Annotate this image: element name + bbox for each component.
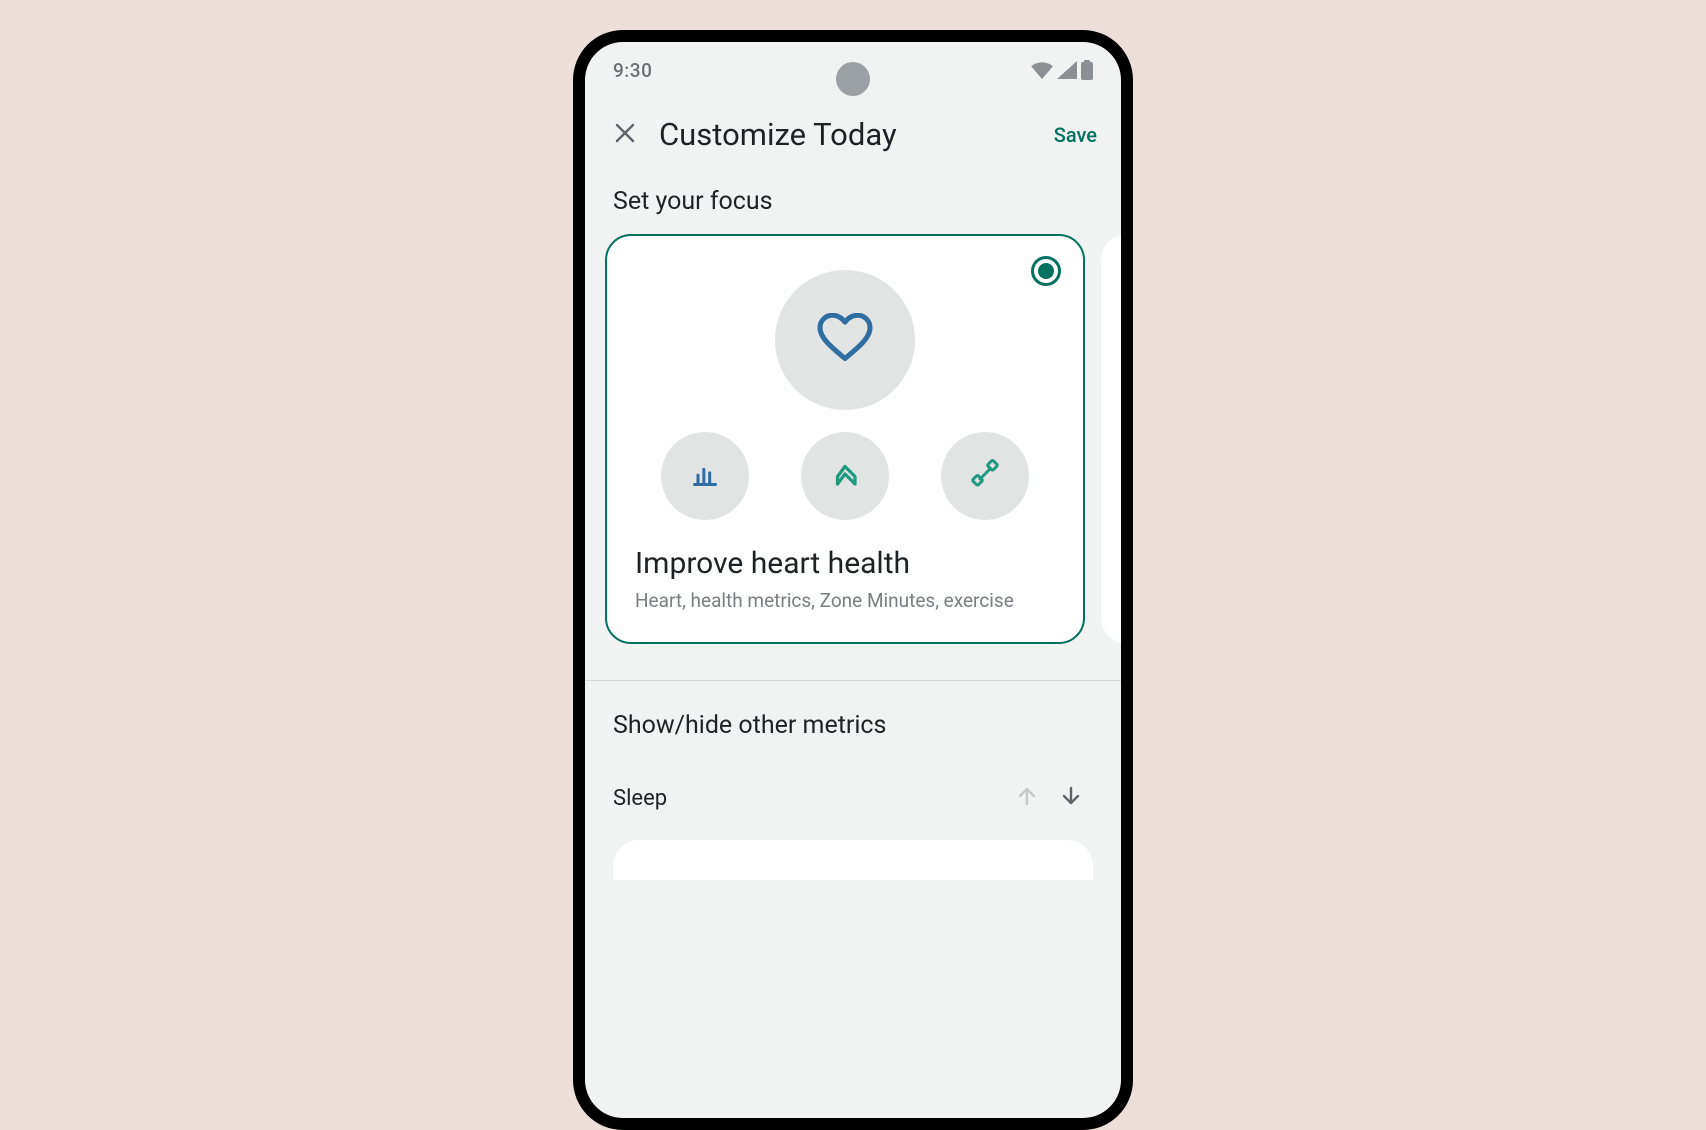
arrow-down-icon xyxy=(1059,784,1083,812)
arrow-up-icon xyxy=(830,459,860,493)
arrow-up-icon xyxy=(1015,784,1039,812)
focus-card-title: Improve heart health xyxy=(635,546,1055,581)
page-title: Customize Today xyxy=(659,116,1036,153)
wifi-icon xyxy=(1031,61,1053,79)
metrics-section-label: Show/hide other metrics xyxy=(585,681,1121,766)
focus-small-icon-1 xyxy=(661,432,749,520)
phone-frame: 9:30 xyxy=(573,30,1133,1130)
focus-section-label: Set your focus xyxy=(585,173,1121,234)
focus-small-icons xyxy=(635,432,1055,520)
camera-hole xyxy=(836,62,870,96)
focus-card-heart-health[interactable]: Improve heart health Heart, health metri… xyxy=(605,234,1085,644)
focus-main-icon-circle xyxy=(775,270,915,410)
close-icon xyxy=(613,121,637,149)
focus-card-subtitle: Heart, health metrics, Zone Minutes, exe… xyxy=(635,589,1055,612)
status-time: 9:30 xyxy=(613,59,652,82)
move-up-button xyxy=(1005,776,1049,820)
cellular-icon xyxy=(1057,61,1077,79)
metric-row-sleep: Sleep xyxy=(585,766,1121,820)
focus-card-next-peek[interactable] xyxy=(1101,234,1121,644)
metric-card-peek xyxy=(613,840,1093,880)
heart-icon xyxy=(817,313,873,367)
focus-cards-row: Improve heart health Heart, health metri… xyxy=(585,234,1121,644)
phone-screen: 9:30 xyxy=(585,42,1121,1118)
app-header: Customize Today Save xyxy=(585,98,1121,173)
close-button[interactable] xyxy=(609,119,641,151)
focus-small-icon-3 xyxy=(941,432,1029,520)
status-icons xyxy=(1031,60,1093,80)
dumbbell-icon xyxy=(970,459,1000,493)
stage: 9:30 xyxy=(0,0,1706,960)
focus-small-icon-2 xyxy=(801,432,889,520)
save-button[interactable]: Save xyxy=(1054,123,1097,147)
bar-chart-icon xyxy=(691,460,719,492)
battery-icon xyxy=(1081,60,1093,80)
radio-selected-icon xyxy=(1031,256,1061,286)
move-down-button[interactable] xyxy=(1049,776,1093,820)
metric-name: Sleep xyxy=(613,786,1005,811)
